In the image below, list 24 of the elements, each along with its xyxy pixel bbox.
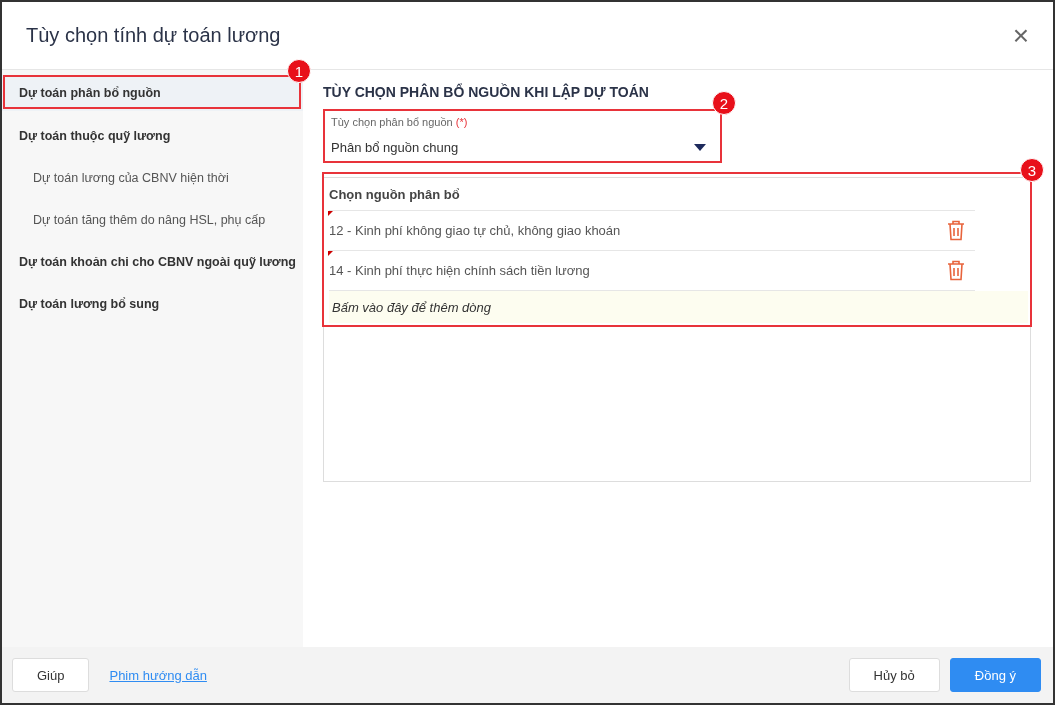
table-cell-text: 12 - Kinh phí không giao tự chủ, không giao khoán	[329, 223, 622, 238]
sidebar-item[interactable]: Dự toán lương bổ sung	[2, 283, 303, 325]
required-flag-icon	[328, 211, 333, 216]
sidebar-item[interactable]: Dự toán thuộc quỹ lương	[2, 115, 303, 157]
source-dropdown[interactable]: Tùy chọn phân bổ nguồn (*) Phân bổ nguồn chung	[323, 109, 722, 163]
column-header: Chọn nguồn phân bổ	[329, 178, 975, 211]
window-title: Tùy chọn tính dự toán lương	[26, 24, 282, 47]
table-cell-text: 14 - Kinh phí thực hiện chính sách tiền lương	[329, 263, 591, 278]
callout-badge: 2	[712, 91, 736, 115]
help-button[interactable]: Giúp	[12, 658, 90, 692]
section-title: TÙY CHỌN PHÂN BỔ NGUỒN KHI LẬP DỰ TOÁN	[323, 84, 650, 100]
trash-icon[interactable]	[947, 260, 965, 281]
trash-icon[interactable]	[947, 220, 965, 241]
sidebar-item[interactable]: Dự toán lương của CBNV hiện thời	[2, 157, 303, 199]
required-flag-icon	[328, 251, 333, 256]
caret-icon	[694, 144, 706, 151]
callout-badge: 1	[287, 59, 311, 83]
sidebar-item[interactable]: Dự toán tăng thêm do nâng HSL, phụ cấp	[2, 199, 303, 241]
field-label: Tùy chọn phân bổ nguồn (*)	[331, 116, 469, 128]
callout-badge: 3	[1020, 158, 1044, 182]
add-row-button[interactable]: Bấm vào đây để thêm dòng	[329, 291, 1028, 323]
sidebar-item[interactable]: Dự toán khoản chi cho CBNV ngoài quỹ lương	[2, 241, 303, 283]
cancel-button[interactable]: Hủy bỏ	[848, 658, 940, 692]
close-button[interactable]: ×	[1008, 19, 1033, 52]
